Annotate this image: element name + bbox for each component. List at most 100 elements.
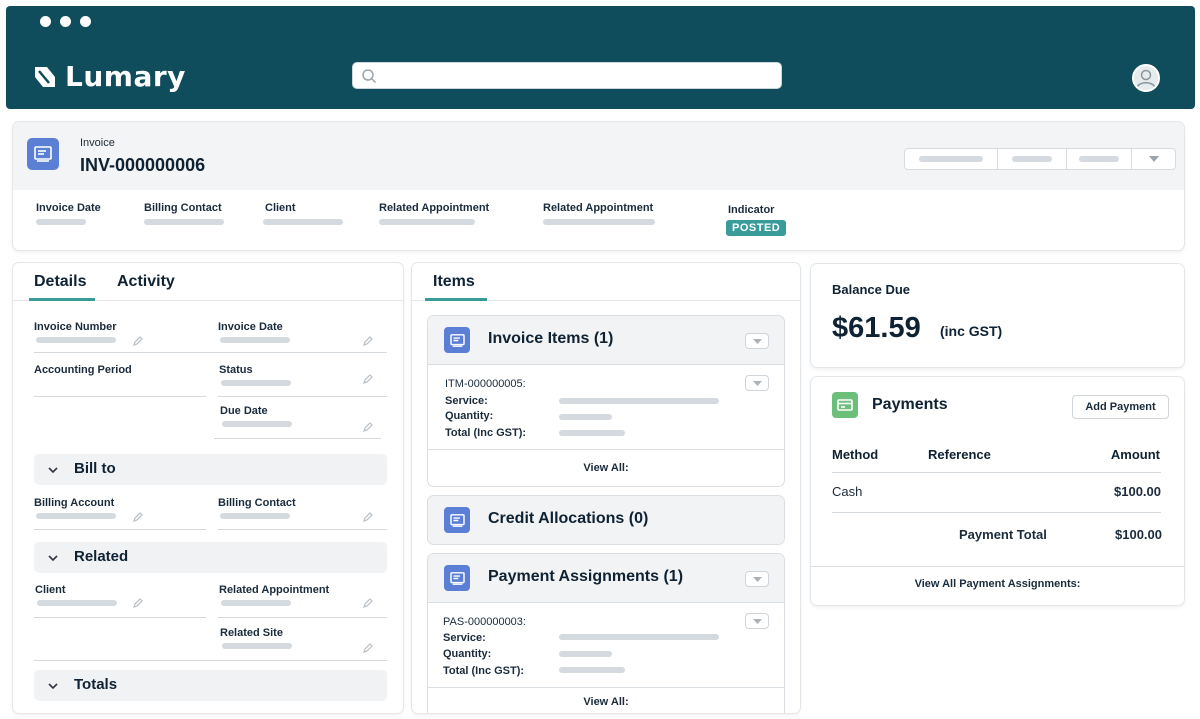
item-service-label: Service: (443, 632, 486, 644)
add-payment-button[interactable]: Add Payment (1072, 395, 1169, 419)
status-field: Status (219, 364, 291, 386)
section-title: Bill to (74, 460, 116, 477)
row-menu-button[interactable] (745, 613, 769, 629)
field-label: Billing Contact (218, 497, 296, 509)
action-button[interactable] (905, 149, 998, 169)
divider (428, 364, 784, 365)
edit-pencil-icon[interactable] (132, 335, 144, 347)
accounting-period-field: Accounting Period (34, 364, 132, 376)
edit-pencil-icon[interactable] (132, 511, 144, 523)
field-client: Client (263, 202, 343, 225)
field-value-placeholder (222, 421, 292, 427)
field-value-placeholder (559, 430, 625, 436)
field-value-placeholder (559, 398, 719, 404)
action-button[interactable] (998, 149, 1067, 169)
field-label: Related Site (220, 627, 283, 639)
section-title: Credit Allocations (0) (488, 510, 649, 527)
related-site-field: Related Site (220, 627, 292, 649)
payment-card-icon (832, 392, 858, 418)
divider (832, 472, 1161, 473)
action-button[interactable] (1067, 149, 1132, 169)
tab-details[interactable]: Details (34, 273, 86, 291)
section-bill-to[interactable]: Bill to (34, 454, 387, 485)
section-menu-button[interactable] (745, 571, 769, 587)
edit-pencil-icon[interactable] (362, 642, 374, 654)
field-label: Indicator (728, 204, 775, 216)
section-title: Invoice Items (1) (488, 330, 614, 347)
item-quantity-label: Quantity: (445, 410, 494, 422)
field-value-placeholder (144, 219, 224, 225)
chevron-down-icon (48, 683, 58, 690)
field-value-placeholder (221, 600, 291, 606)
item-id[interactable]: ITM-000000005: (445, 378, 526, 390)
payments-title: Payments (872, 396, 948, 413)
field-label: Related Appointment (379, 202, 490, 214)
chevron-down-icon (753, 381, 762, 386)
due-date-field: Due Date (220, 405, 292, 427)
window-dot (40, 16, 51, 27)
more-actions-button[interactable] (1132, 149, 1175, 169)
client-field: Client (35, 584, 117, 606)
field-value-placeholder (220, 513, 290, 519)
tab-activity[interactable]: Activity (117, 273, 175, 291)
credit-allocations-section: Credit Allocations (0) (428, 496, 784, 544)
user-avatar-icon[interactable] (1132, 64, 1160, 92)
window-dot (80, 16, 91, 27)
section-totals[interactable]: Totals (34, 670, 387, 701)
edit-pencil-icon[interactable] (362, 335, 374, 347)
balance-due-card: Balance Due $61.59 (inc GST) (811, 264, 1184, 367)
field-value-placeholder (220, 337, 290, 343)
brand-logo[interactable]: Lumary (33, 60, 186, 93)
field-value-placeholder (36, 337, 116, 343)
divider (218, 529, 387, 530)
payment-total-label: Payment Total (959, 527, 1047, 542)
field-value-placeholder (37, 600, 117, 606)
invoice-date-field: Invoice Date (218, 321, 290, 343)
divider (428, 687, 784, 688)
payment-amount-cell: $100.00 (1114, 484, 1161, 499)
divider (34, 352, 387, 353)
field-value-placeholder (221, 380, 291, 386)
edit-pencil-icon[interactable] (132, 597, 144, 609)
field-value-placeholder (222, 643, 292, 649)
field-value-placeholder (543, 219, 655, 225)
column-header-amount: Amount (1110, 447, 1160, 462)
field-label: Invoice Date (36, 202, 101, 214)
item-quantity-label: Quantity: (443, 648, 492, 660)
column-header-reference: Reference (928, 447, 991, 462)
chevron-down-icon (1148, 156, 1159, 162)
edit-pencil-icon[interactable] (362, 373, 374, 385)
edit-pencil-icon[interactable] (362, 511, 374, 523)
status-badge: POSTED (726, 220, 787, 236)
section-related[interactable]: Related (34, 542, 387, 573)
chevron-down-icon (753, 339, 762, 344)
related-appointment-field: Related Appointment (219, 584, 329, 606)
chevron-down-icon (753, 577, 762, 582)
details-panel: Details Activity Invoice Number Invoice … (13, 263, 403, 713)
row-menu-button[interactable] (745, 375, 769, 391)
edit-pencil-icon[interactable] (362, 421, 374, 433)
field-value-placeholder (559, 414, 612, 420)
edit-pencil-icon[interactable] (362, 597, 374, 609)
brand-name: Lumary (65, 60, 186, 93)
column-header-method: Method (832, 447, 879, 462)
page-title: INV-000000006 (80, 155, 206, 175)
field-label: Accounting Period (34, 364, 132, 376)
field-value-placeholder (36, 219, 86, 225)
item-id[interactable]: PAS-000000003: (443, 616, 526, 628)
field-value-placeholder (379, 219, 475, 225)
tab-items[interactable]: Items (433, 273, 475, 291)
search-input[interactable] (352, 62, 782, 89)
view-all-link[interactable]: View All: (428, 696, 784, 708)
chevron-down-icon (48, 467, 58, 474)
balance-label: Balance Due (832, 282, 911, 297)
divider (811, 566, 1184, 567)
view-all-link[interactable]: View All: (428, 462, 784, 474)
active-tab-indicator (29, 298, 95, 301)
view-all-payment-assignments-link[interactable]: View All Payment Assignments: (811, 578, 1184, 590)
divider (34, 660, 387, 661)
section-menu-button[interactable] (745, 333, 769, 349)
balance-amount: $61.59 (832, 312, 921, 344)
payment-assignment-icon (444, 565, 470, 591)
field-label: Billing Contact (144, 202, 222, 214)
